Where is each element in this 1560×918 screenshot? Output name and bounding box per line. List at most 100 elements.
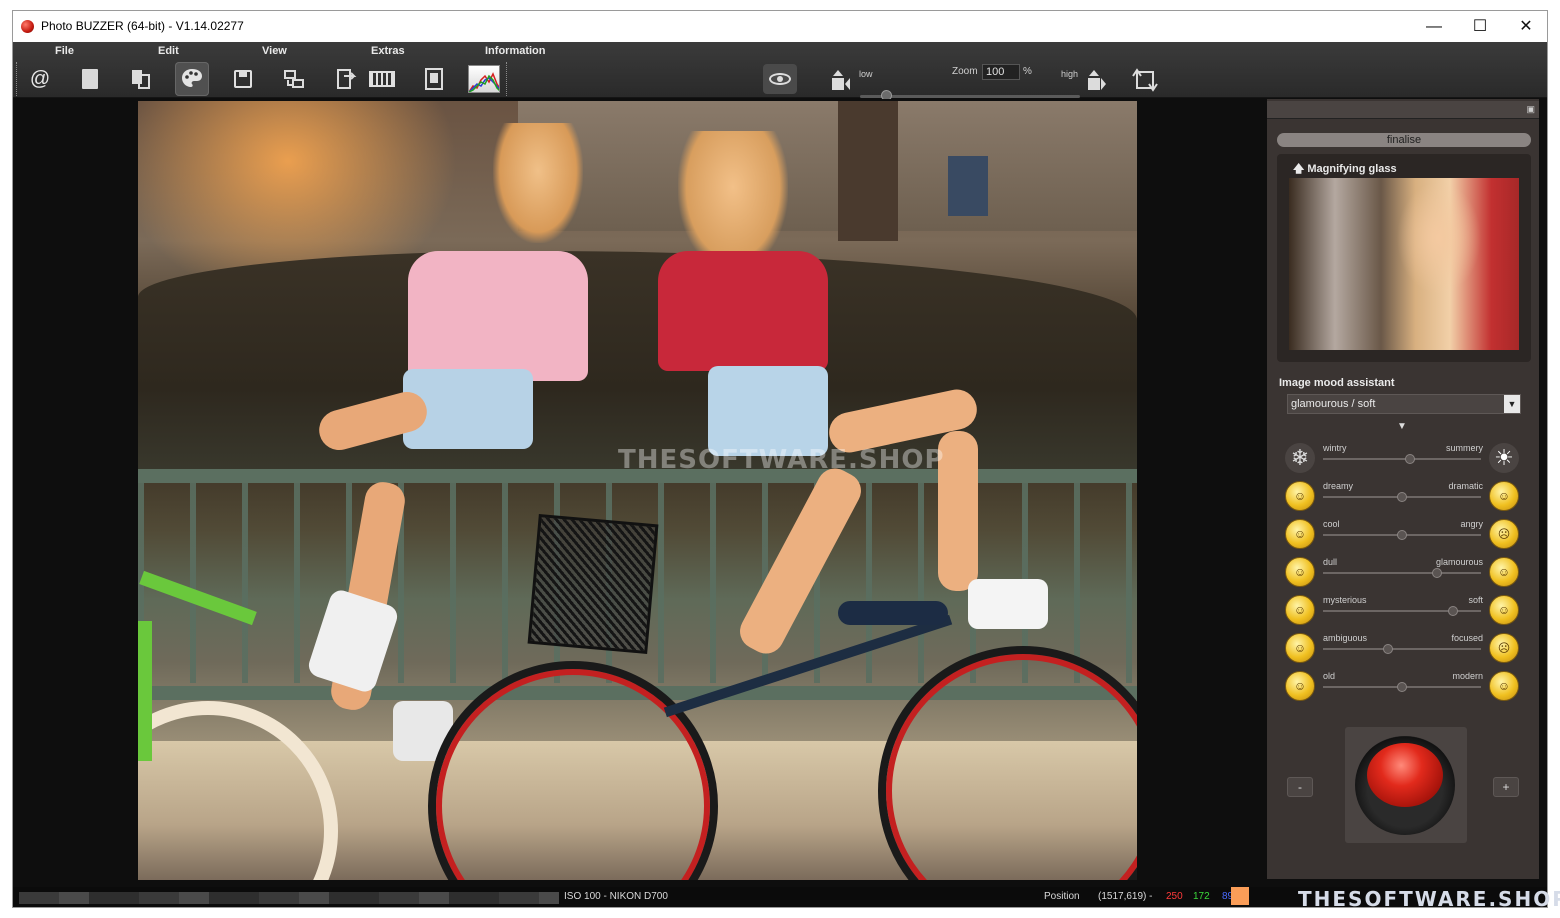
window-title: Photo BUZZER (64-bit) - V1.14.02277 <box>41 19 244 33</box>
mood-slider-row: ❄ wintry summery ☀ <box>1285 443 1521 479</box>
modern-face-icon[interactable]: ☺ <box>1489 671 1519 701</box>
zoom-slider[interactable] <box>860 95 1080 98</box>
eye-icon <box>769 73 791 85</box>
copy-tool[interactable] <box>124 62 158 96</box>
sun-icon[interactable]: ☀ <box>1489 443 1519 473</box>
right-panel: ▣ finalise 🡅 Magnifying glass Image mood… <box>1267 99 1539 879</box>
toolbar-edge <box>16 62 18 96</box>
mood-right-label: dramatic <box>1448 481 1483 491</box>
old-face-icon[interactable]: ☺ <box>1285 671 1315 701</box>
photo-canvas[interactable]: THESOFTWARE.SHOP <box>138 101 1137 880</box>
expand-arrow-icon[interactable]: ▼ <box>1397 421 1407 432</box>
mood-slider-thumb[interactable] <box>1383 644 1393 654</box>
dreamy-face-icon[interactable]: ☺ <box>1285 481 1315 511</box>
snowflake-icon[interactable]: ❄ <box>1285 443 1315 473</box>
at-icon: @ <box>29 68 51 90</box>
minus-button[interactable]: - <box>1287 777 1313 797</box>
mood-left-label: dull <box>1323 557 1338 567</box>
ambiguous-face-icon[interactable]: ☺ <box>1285 633 1315 663</box>
file-path-blurred <box>19 892 559 904</box>
zoom-unit-label: % <box>1023 66 1032 77</box>
high-quality-icon[interactable] <box>1086 68 1108 92</box>
mood-slider-thumb[interactable] <box>1448 606 1458 616</box>
buzzer-button[interactable] <box>1355 735 1455 835</box>
save-icon <box>234 70 252 88</box>
cool-face-icon[interactable]: ☺ <box>1285 519 1315 549</box>
zoom-high-label: high <box>1061 69 1079 79</box>
menu-edit[interactable]: Edit <box>158 45 179 57</box>
mood-slider-row: ☺ ambiguous focused ☹ <box>1285 633 1521 669</box>
menu-file[interactable]: File <box>55 45 74 57</box>
mood-right-label: glamourous <box>1435 557 1483 567</box>
zoom-low-label: low <box>859 69 873 79</box>
dull-face-icon[interactable]: ☺ <box>1285 557 1315 587</box>
magnifier-panel: 🡅 Magnifying glass <box>1277 154 1531 362</box>
mood-right-label: focused <box>1451 633 1483 643</box>
camera-info: ISO 100 - NIKON D700 <box>564 891 668 902</box>
minimize-button[interactable]: — <box>1411 11 1457 42</box>
close-button[interactable]: ✕ <box>1503 11 1549 42</box>
magnifier-title[interactable]: 🡅 Magnifying glass <box>1293 160 1397 179</box>
finalise-button[interactable]: finalise <box>1277 133 1531 147</box>
filmstrip-tool[interactable] <box>365 62 399 96</box>
canvas-area: THESOFTWARE.SHOP <box>13 99 1263 880</box>
zoom-label: Zoom <box>952 66 978 77</box>
mood-left-label: mysterious <box>1323 595 1367 605</box>
plus-button[interactable]: + <box>1493 777 1519 797</box>
magnifier-title-text: Magnifying glass <box>1307 163 1397 175</box>
position-value: (1517,619) - <box>1098 891 1153 902</box>
info-tool[interactable] <box>417 62 451 96</box>
maximize-button[interactable]: ☐ <box>1457 11 1503 42</box>
batch-tool[interactable] <box>329 62 363 96</box>
title-bar: Photo BUZZER (64-bit) - V1.14.02277 — ☐ … <box>13 11 1547 42</box>
mood-slider-track[interactable] <box>1323 648 1481 650</box>
save-tool[interactable] <box>226 62 260 96</box>
mood-left-label: old <box>1323 671 1336 681</box>
mood-left-label: ambiguous <box>1323 633 1368 643</box>
mood-slider-track[interactable] <box>1323 572 1481 574</box>
mood-right-label: angry <box>1460 519 1483 529</box>
mood-slider-thumb[interactable] <box>1432 568 1442 578</box>
mood-select-value: glamourous / soft <box>1291 398 1376 410</box>
app-window: Photo BUZZER (64-bit) - V1.14.02277 — ☐ … <box>12 10 1560 911</box>
mood-slider-thumb[interactable] <box>1405 454 1415 464</box>
export-tool[interactable] <box>277 62 311 96</box>
angry-face-icon[interactable]: ☹ <box>1489 519 1519 549</box>
mood-select[interactable]: glamourous / soft ▼ <box>1287 394 1521 414</box>
arrow-up-icon: 🡅 <box>1293 163 1305 175</box>
soft-face-icon[interactable]: ☺ <box>1489 595 1519 625</box>
info-card-icon <box>425 68 443 90</box>
pixel-r-value: 250 <box>1166 891 1183 902</box>
zoom-input[interactable]: 100 <box>982 64 1020 80</box>
status-bar: ISO 100 - NIKON D700 Position (1517,619)… <box>13 887 1560 911</box>
position-label: Position <box>1044 891 1080 902</box>
low-quality-icon[interactable] <box>830 68 852 92</box>
export-icon <box>284 70 304 88</box>
menu-view[interactable]: View <box>262 45 287 57</box>
undock-icon[interactable]: ▣ <box>1526 104 1535 115</box>
menu-information[interactable]: Information <box>485 45 546 57</box>
pixel-g-value: 172 <box>1193 891 1210 902</box>
mood-slider-track[interactable] <box>1323 458 1481 460</box>
rotate-icon[interactable] <box>1131 66 1159 94</box>
email-tool[interactable]: @ <box>23 62 57 96</box>
glamourous-face-icon[interactable]: ☺ <box>1489 557 1519 587</box>
mood-slider-row: ☺ dreamy dramatic ☺ <box>1285 481 1521 517</box>
menu-extras[interactable]: Extras <box>371 45 405 57</box>
dramatic-face-icon[interactable]: ☺ <box>1489 481 1519 511</box>
new-tool[interactable] <box>73 62 107 96</box>
mood-slider-thumb[interactable] <box>1397 530 1407 540</box>
mysterious-face-icon[interactable]: ☺ <box>1285 595 1315 625</box>
focused-face-icon[interactable]: ☹ <box>1489 633 1519 663</box>
mood-left-label: wintry <box>1323 443 1347 453</box>
brand-watermark: THESOFTWARE.SHOP <box>1298 887 1560 911</box>
document-icon <box>82 69 98 89</box>
preview-toggle-button[interactable] <box>763 64 797 94</box>
panel-header: ▣ <box>1267 101 1539 119</box>
mood-slider-thumb[interactable] <box>1397 682 1407 692</box>
palette-tool[interactable] <box>175 62 209 96</box>
histogram-tool[interactable] <box>467 62 501 96</box>
mood-right-label: summery <box>1445 443 1483 453</box>
magnifier-preview <box>1289 178 1519 350</box>
mood-slider-thumb[interactable] <box>1397 492 1407 502</box>
